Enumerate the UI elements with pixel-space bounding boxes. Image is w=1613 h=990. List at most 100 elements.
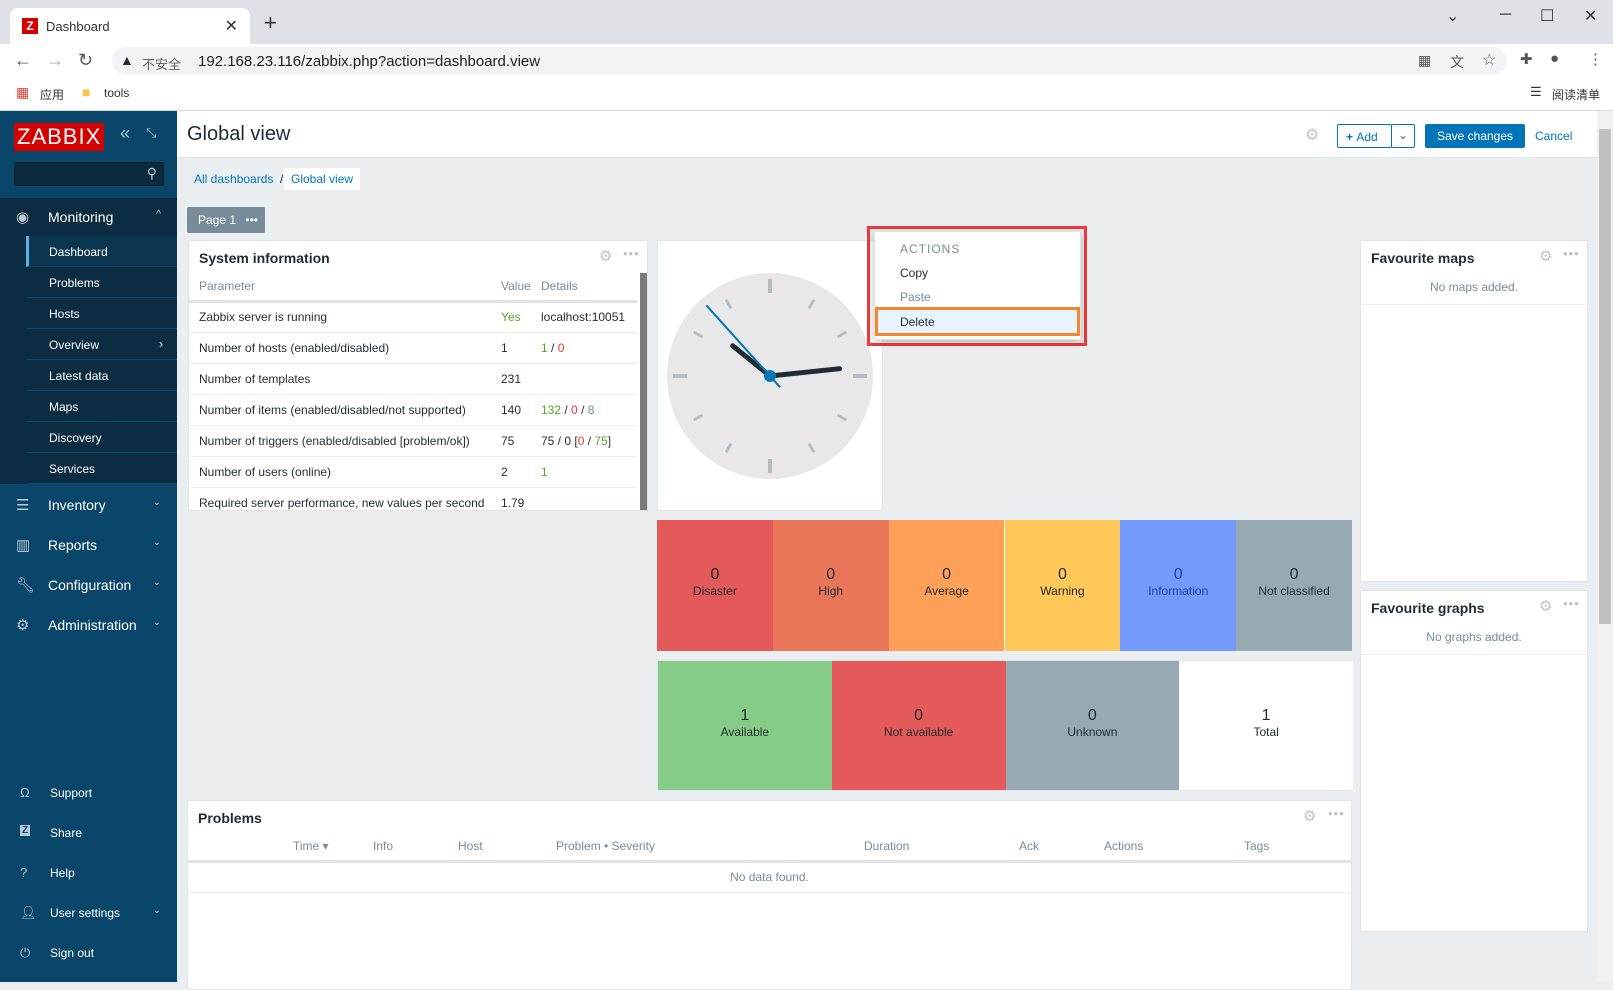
severity-tile[interactable]: 0 High [772,520,889,651]
parameter-cell: Number of triggers (enabled/disabled [pr… [189,425,491,457]
severity-tile[interactable]: 0 Average [888,520,1005,651]
menu-item-copy[interactable]: Copy [900,266,928,280]
maximize-icon[interactable]: ☐ [1540,6,1554,26]
system-info-table: Parameter Value Details Zabbix server is r… [189,273,637,510]
profile-icon[interactable]: ● [1550,50,1559,67]
table-row: Number of items (enabled/disabled/not su… [189,394,637,426]
menu-reports[interactable]: ▥ Reports ⌄ [0,526,177,564]
headset-icon: Ω [20,785,30,800]
menu-monitoring[interactable]: ◉ Monitoring ^ [0,198,177,236]
host-availability-widget: 1 Available 0 Not available 0 Unknown 1 Total [657,660,1353,791]
kiosk-mode-icon[interactable]: ⤡ [146,125,156,141]
sidebar-user-settings[interactable]: 👤︎ User settings ⌄ [0,893,177,933]
gear-icon: ⚙ [16,617,30,634]
chevron-down-icon: ⌄ [152,617,161,628]
widget-more-icon[interactable]: ••• [1563,246,1580,261]
reading-list[interactable]: 阅读清单 [1552,86,1600,103]
page-scrollbar[interactable] [1597,111,1613,982]
widget-title: Favourite graphs [1371,600,1485,616]
host_availability-tile[interactable]: 1 Available [658,661,832,790]
problems-by-severity-widget: 0 Disaster 0 High 0 Average 0 Warning 0 Informati… [657,520,1352,651]
minimize-icon[interactable]: ─ [1500,6,1511,24]
cancel-link[interactable]: Cancel [1535,129,1572,143]
widget-gear-icon[interactable]: ⚙ [599,247,612,265]
close-tab-icon[interactable]: ✕ [225,16,238,36]
breadcrumb-all-dashboards[interactable]: All dashboards [194,172,273,186]
url-text[interactable]: 192.168.23.116/zabbix.php?action=dashboa… [198,53,540,70]
extensions-icon[interactable]: ✚ [1520,50,1533,68]
bookmark-apps[interactable]: 应用 [40,86,64,103]
host_availability-tile[interactable]: 1 Total [1179,661,1353,790]
close-window-icon[interactable]: ✕ [1584,6,1597,26]
bookmarks-bar: ▦ 应用 ■ tools ☰ 阅读清单 [0,78,1613,111]
widget-gear-icon[interactable]: ⚙ [1303,807,1316,825]
severity-tile[interactable]: 0 Not classified [1236,520,1352,651]
translate-icon[interactable]: 文 [1450,52,1464,72]
dashboard-settings-gear-icon[interactable]: ⚙ [1305,125,1319,145]
menu-item-paste[interactable]: Paste [900,290,931,304]
sidebar-search-input[interactable]: ⚲ [14,162,164,186]
sidebar-item-latest-data[interactable]: Latest data [26,360,177,391]
qr-icon[interactable]: ▦ [1418,52,1431,69]
eye-icon: ◉ [16,209,30,226]
severity-tile[interactable]: 0 Disaster [657,520,773,651]
add-button[interactable]: + Add [1337,124,1392,148]
severity-tile[interactable]: 0 Warning [1004,520,1121,651]
sidebar-item-overview[interactable]: Overview › [26,329,177,360]
clock-widget [657,240,883,511]
widget-more-icon[interactable]: ••• [1328,806,1345,821]
star-icon[interactable]: ☆ [1482,50,1496,70]
scrollbar-thumb[interactable] [1599,129,1611,624]
save-changes-button[interactable]: Save changes [1425,124,1525,148]
tile-count: 0 [826,566,836,583]
address-bar-row: ← → ↻ ▲ 不安全 192.168.23.116/zabbix.php?ac… [0,44,1613,78]
z-icon: Z [20,825,31,836]
severity-tile[interactable]: 0 Information [1120,520,1237,651]
omnibox[interactable]: ▲ 不安全 192.168.23.116/zabbix.php?action=d… [112,47,1507,75]
widget-gear-icon[interactable]: ⚙ [1539,247,1552,265]
host_availability-tile[interactable]: 0 Not available [831,661,1006,790]
sidebar-item-maps[interactable]: Maps [26,391,177,422]
host_availability-tile[interactable]: 0 Unknown [1005,661,1180,790]
widget-more-icon[interactable]: ••• [1563,596,1580,611]
sidebar-item-problems[interactable]: Problems [26,267,177,298]
widget-scrollbar[interactable] [640,273,647,510]
collapse-sidebar-icon[interactable]: « [120,123,130,144]
sidebar-item-dashboard[interactable]: Dashboard [26,236,177,267]
sidebar-item-services[interactable]: Services [26,453,177,484]
col-time[interactable]: Time ▾ [293,833,373,863]
menu-inventory[interactable]: ☰ Inventory ⌄ [0,486,177,524]
browser-tab[interactable]: Z Dashboard ✕ [10,8,250,44]
tile-label: Disaster [692,584,737,598]
sidebar-item-hosts[interactable]: Hosts [26,298,177,329]
menu-administration[interactable]: ⚙ Administration ⌄ [0,606,177,644]
sidebar-item-discovery[interactable]: Discovery [26,422,177,453]
new-tab-icon[interactable]: + [264,10,277,36]
parameter-cell: Number of hosts (enabled/disabled) [189,332,491,364]
sidebar-support[interactable]: Ω Support [0,773,177,813]
sidebar-sign-out[interactable]: ⏻ Sign out [0,933,177,973]
widget-title: Problems [198,810,262,826]
breadcrumb-global-view[interactable]: Global view [284,168,361,190]
tab-search-icon[interactable]: ⌄ [1446,6,1459,26]
menu-icon[interactable]: ⋮ [1588,50,1603,68]
reload-icon[interactable]: ↻ [78,50,93,71]
list-icon: ☰ [16,497,30,514]
widget-gear-icon[interactable]: ⚙ [1539,597,1552,615]
menu-item-delete[interactable]: Delete [875,307,1080,336]
forward-icon[interactable]: → [46,50,64,71]
search-icon[interactable]: ⚲ [147,165,157,182]
value-cell: 1 [491,332,531,364]
widget-more-icon[interactable]: ••• [623,246,640,261]
back-icon[interactable]: ← [14,50,32,71]
table-row: Zabbix server is running Yes localhost:100… [189,301,637,333]
power-icon: ⏻ [20,945,31,960]
more-icon[interactable]: ••• [245,213,258,227]
add-dropdown-button[interactable]: ⌄ [1391,124,1415,148]
sidebar-share[interactable]: Z Share [0,813,177,853]
page-tab[interactable]: Page 1 ••• [187,207,265,233]
bookmark-tools[interactable]: tools [104,86,129,100]
sidebar-help[interactable]: ? Help [0,853,177,893]
zabbix-logo[interactable]: ZABBIX [14,123,105,151]
menu-configuration[interactable]: 🔧︎ Configuration ⌄ [0,566,177,604]
